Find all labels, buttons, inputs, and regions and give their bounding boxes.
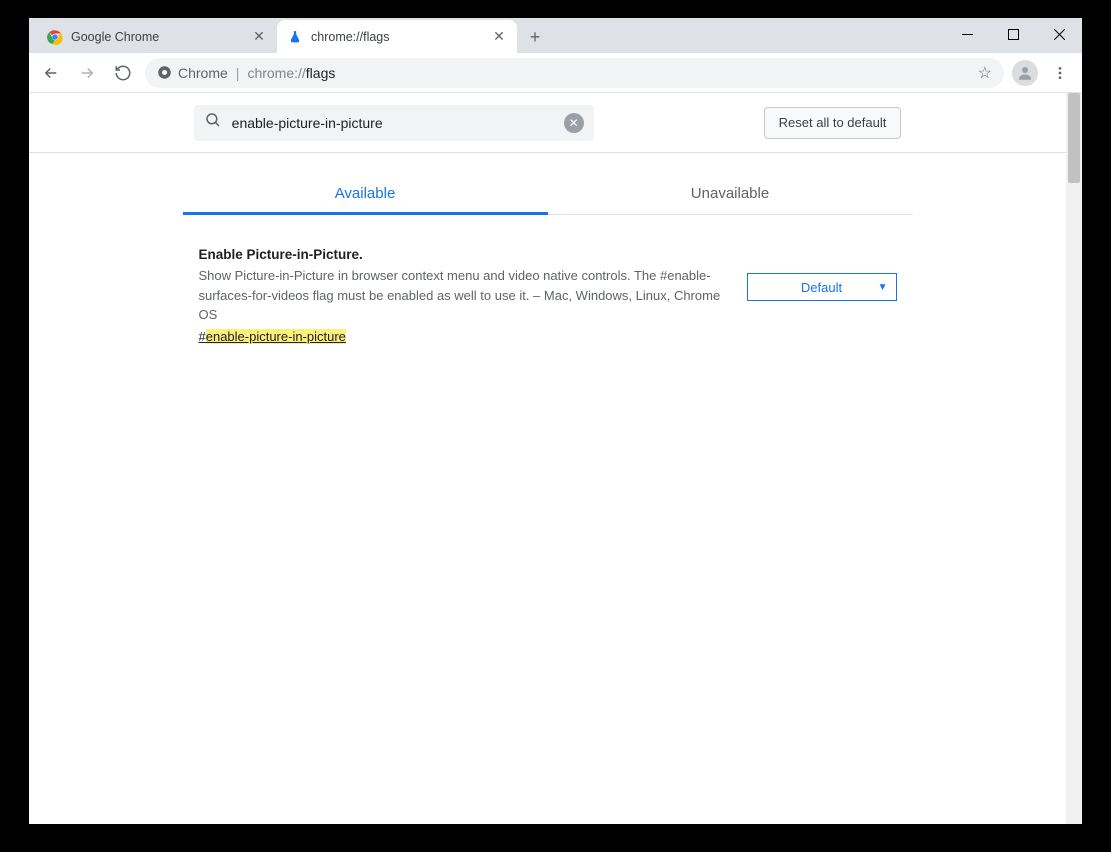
tab-available[interactable]: Available [183, 173, 548, 215]
flask-favicon [287, 29, 303, 45]
search-icon [204, 111, 222, 134]
flags-topbar: ✕ Reset all to default [29, 93, 1066, 153]
omnibox-url: chrome://flags [247, 65, 335, 81]
titlebar: Google Chrome ✕ chrome://flags ✕ + [29, 18, 1082, 53]
omnibox[interactable]: Chrome | chrome://flags ☆ [145, 58, 1004, 88]
minimize-button[interactable] [944, 18, 990, 50]
close-window-button[interactable] [1036, 18, 1082, 50]
content-area: ✕ Reset all to default Available Unavail… [29, 93, 1082, 824]
reload-button[interactable] [109, 59, 137, 87]
bookmark-star-icon[interactable]: ☆ [978, 63, 992, 83]
browser-window: Google Chrome ✕ chrome://flags ✕ + [28, 17, 1083, 825]
tab-close-icon[interactable]: ✕ [491, 29, 507, 45]
tab-title: Google Chrome [71, 30, 251, 44]
vertical-scrollbar[interactable] [1066, 93, 1082, 824]
flag-item: Enable Picture-in-Picture. Show Picture-… [199, 247, 897, 344]
flag-text: Enable Picture-in-Picture. Show Picture-… [199, 247, 727, 344]
flag-anchor-link[interactable]: #enable-picture-in-picture [199, 329, 346, 344]
chevron-down-icon: ▼ [878, 282, 888, 293]
tab-chrome-flags[interactable]: chrome://flags ✕ [277, 20, 517, 53]
flag-dropdown-value: Default [801, 280, 842, 295]
reset-all-button[interactable]: Reset all to default [764, 107, 902, 139]
omnibox-separator: | [236, 65, 240, 81]
secure-label: Chrome [178, 65, 228, 81]
tab-google-chrome[interactable]: Google Chrome ✕ [37, 20, 277, 53]
chrome-favicon [47, 29, 63, 45]
flags-search-box[interactable]: ✕ [194, 105, 594, 141]
forward-button[interactable] [73, 59, 101, 87]
tab-close-icon[interactable]: ✕ [251, 29, 267, 45]
flags-search-input[interactable] [232, 115, 554, 131]
maximize-button[interactable] [990, 18, 1036, 50]
flags-list: Enable Picture-in-Picture. Show Picture-… [183, 247, 913, 344]
flag-dropdown[interactable]: Default ▼ [747, 273, 897, 301]
tab-strip: Google Chrome ✕ chrome://flags ✕ + [29, 18, 549, 53]
new-tab-button[interactable]: + [521, 23, 549, 51]
toolbar: Chrome | chrome://flags ☆ [29, 53, 1082, 93]
tab-title: chrome://flags [311, 30, 491, 44]
window-controls [944, 18, 1082, 50]
flag-title: Enable Picture-in-Picture. [199, 247, 727, 262]
flags-tabs: Available Unavailable [183, 173, 913, 215]
flag-description: Show Picture-in-Picture in browser conte… [199, 266, 727, 325]
profile-avatar[interactable] [1012, 60, 1038, 86]
flags-page: ✕ Reset all to default Available Unavail… [29, 93, 1066, 824]
tab-unavailable[interactable]: Unavailable [548, 173, 913, 215]
site-info-icon[interactable]: Chrome [157, 65, 228, 81]
scrollbar-thumb[interactable] [1068, 93, 1080, 183]
kebab-menu-icon[interactable] [1046, 59, 1074, 87]
clear-search-icon[interactable]: ✕ [564, 113, 584, 133]
back-button[interactable] [37, 59, 65, 87]
